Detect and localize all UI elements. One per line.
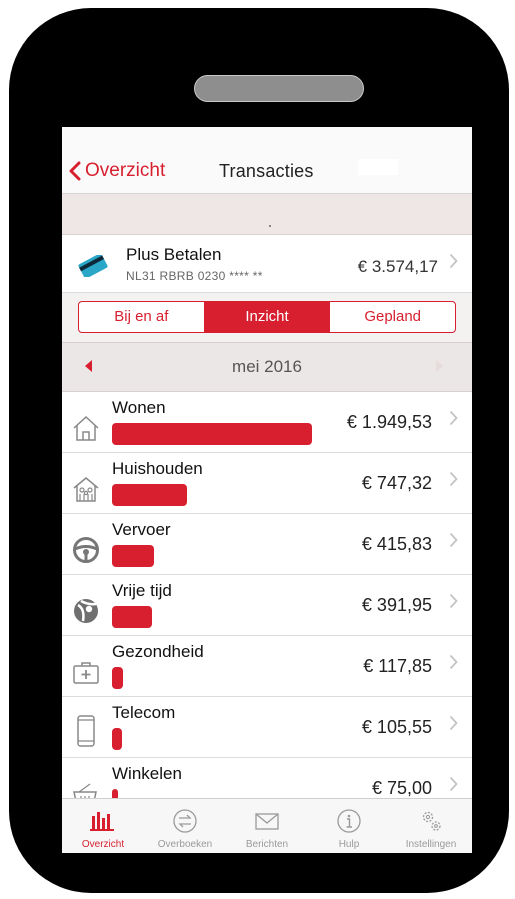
category-name: Vervoer bbox=[112, 520, 171, 539]
category-row-gezondheid[interactable]: Gezondheid € 117,85 bbox=[62, 636, 472, 697]
category-amount: € 105,55 bbox=[361, 717, 432, 737]
tab-overboeken[interactable]: Overboeken bbox=[144, 799, 226, 853]
account-balance: € 3.574,17 bbox=[357, 257, 438, 276]
category-amount: € 117,85 bbox=[363, 656, 432, 676]
spend-bar bbox=[112, 606, 152, 628]
chevron-left-icon bbox=[69, 161, 81, 181]
page-title: Transacties bbox=[219, 161, 314, 181]
tab-bar: Overzicht Overboeken Berichten Hulp Inst… bbox=[62, 798, 472, 853]
period-selector: mei 2016 bbox=[62, 343, 472, 392]
tab-instellingen[interactable]: Instellingen bbox=[390, 799, 472, 853]
house-icon bbox=[73, 415, 99, 441]
gears-icon bbox=[422, 811, 441, 831]
category-amount: € 1.949,53 bbox=[346, 412, 432, 432]
transfer-icon bbox=[173, 809, 197, 833]
tab-label: Hulp bbox=[338, 839, 360, 850]
account-name: Plus Betalen bbox=[126, 245, 222, 264]
tab-berichten[interactable]: Berichten bbox=[226, 799, 308, 853]
spend-bar bbox=[112, 667, 123, 689]
tab-hulp[interactable]: Hulp bbox=[308, 799, 390, 853]
category-row-huishouden[interactable]: Huishouden € 747,32 bbox=[62, 453, 472, 514]
beach-ball-icon bbox=[74, 599, 98, 623]
chevron-right-icon bbox=[449, 776, 458, 797]
category-name: Gezondheid bbox=[112, 642, 204, 661]
tab-label: Overboeken bbox=[157, 839, 213, 850]
category-row-telecom[interactable]: Telecom € 105,55 bbox=[62, 697, 472, 758]
info-icon bbox=[337, 809, 361, 833]
chevron-right-icon bbox=[449, 715, 458, 736]
category-name: Telecom bbox=[112, 703, 176, 722]
category-amount: € 747,32 bbox=[361, 473, 432, 493]
chevron-right-icon bbox=[449, 654, 458, 675]
segment-inzicht[interactable]: Inzicht bbox=[203, 302, 330, 332]
segment-container: Bij en af Inzicht Gepland bbox=[62, 293, 472, 343]
nav-placeholder bbox=[358, 159, 398, 175]
chevron-right-icon bbox=[449, 253, 458, 274]
mobile-phone-icon bbox=[77, 715, 95, 747]
category-row-vervoer[interactable]: Vervoer € 415,83 bbox=[62, 514, 472, 575]
tab-overzicht[interactable]: Overzicht bbox=[62, 799, 144, 853]
account-row[interactable]: Plus Betalen NL31 RBRB 0230 **** ** € 3.… bbox=[62, 235, 472, 293]
spend-bar bbox=[112, 423, 312, 445]
category-name: Wonen bbox=[112, 398, 166, 417]
category-amount: € 391,95 bbox=[361, 595, 432, 615]
spend-bar bbox=[112, 545, 154, 567]
category-name: Vrije tijd bbox=[112, 581, 172, 600]
next-month-icon[interactable] bbox=[434, 359, 444, 373]
bar-chart-icon bbox=[90, 812, 114, 831]
household-icon bbox=[73, 477, 99, 502]
segment-gepland[interactable]: Gepland bbox=[329, 302, 455, 332]
segmented-control: Bij en af Inzicht Gepland bbox=[78, 301, 456, 333]
card-icon bbox=[78, 255, 108, 277]
chevron-right-icon bbox=[449, 410, 458, 431]
back-button[interactable]: Overzicht bbox=[68, 160, 165, 182]
spend-bar bbox=[112, 728, 122, 750]
first-aid-kit-icon bbox=[73, 662, 99, 684]
category-name: Winkelen bbox=[112, 764, 182, 783]
category-amount: € 75,00 bbox=[371, 778, 432, 798]
tab-label: Overzicht bbox=[81, 839, 125, 850]
period-label: mei 2016 bbox=[232, 357, 302, 376]
segment-bij-en-af[interactable]: Bij en af bbox=[79, 302, 204, 332]
navigation-bar: Overzicht Transacties bbox=[62, 127, 472, 194]
tab-label: Berichten bbox=[245, 839, 289, 850]
back-button-label: Overzicht bbox=[85, 160, 166, 181]
category-row-vrije-tijd[interactable]: Vrije tijd € 391,95 bbox=[62, 575, 472, 636]
tab-label: Instellingen bbox=[405, 839, 457, 850]
category-amount: € 415,83 bbox=[361, 534, 432, 554]
category-list: Wonen € 1.949,53 Huishouden € 747,32 Ver… bbox=[62, 392, 472, 819]
phone-speaker bbox=[194, 75, 364, 102]
header-strip bbox=[62, 194, 472, 235]
envelope-icon bbox=[255, 813, 279, 830]
chevron-right-icon bbox=[449, 532, 458, 553]
steering-wheel-icon bbox=[73, 537, 99, 563]
account-iban: NL31 RBRB 0230 **** ** bbox=[126, 269, 263, 283]
app-screen: Overzicht Transacties Plus Betalen NL31 … bbox=[62, 127, 472, 853]
category-name: Huishouden bbox=[112, 459, 203, 478]
category-row-wonen[interactable]: Wonen € 1.949,53 bbox=[62, 392, 472, 453]
spend-bar bbox=[112, 484, 187, 506]
chevron-right-icon bbox=[449, 593, 458, 614]
chevron-right-icon bbox=[449, 471, 458, 492]
